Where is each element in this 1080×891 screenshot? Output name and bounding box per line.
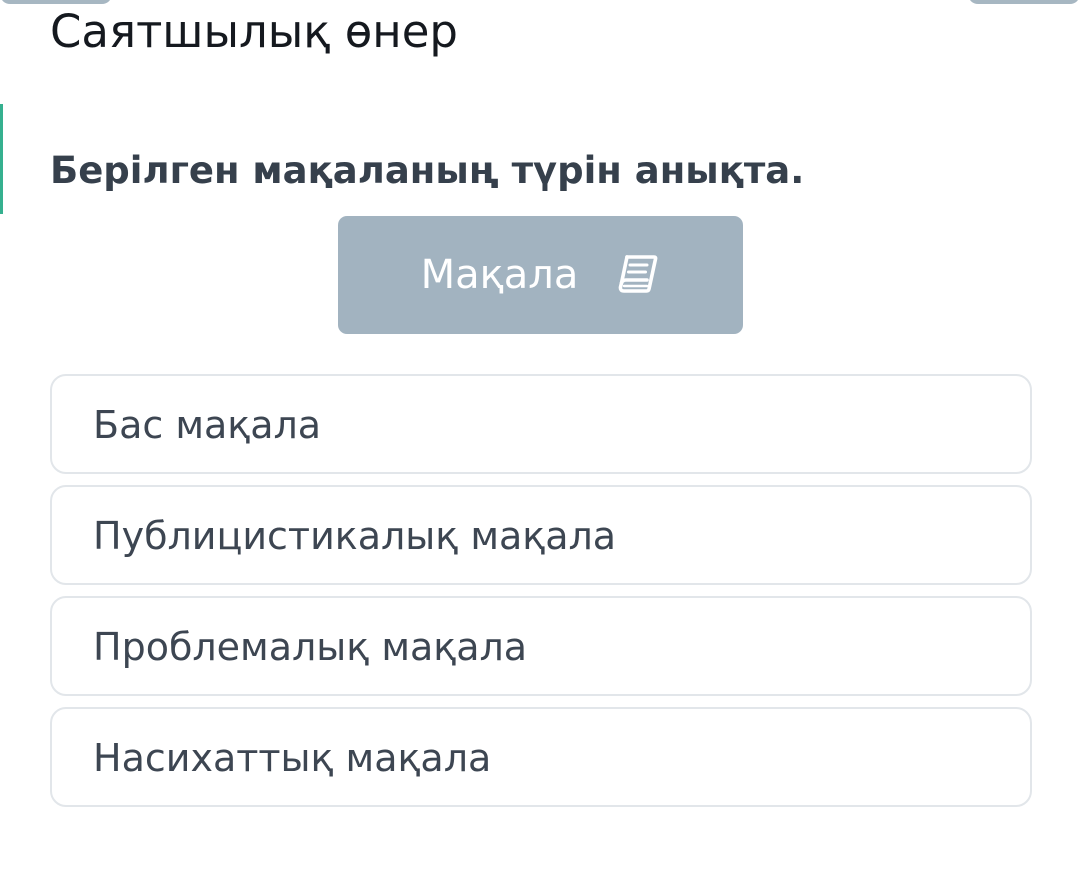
answer-option-3[interactable]: Проблемалық мақала xyxy=(50,596,1032,696)
answer-option-1[interactable]: Бас мақала xyxy=(50,374,1032,474)
book-icon xyxy=(616,253,660,297)
answer-option-2[interactable]: Публицистикалық мақала xyxy=(50,485,1032,585)
answer-option-4[interactable]: Насихаттық мақала xyxy=(50,707,1032,807)
given-word-label: Мақала xyxy=(420,252,579,298)
side-accent-bar xyxy=(0,104,3,214)
page-title: Саятшылық өнер xyxy=(50,5,458,58)
given-word-card: Мақала xyxy=(338,216,743,334)
answer-option-label: Проблемалық мақала xyxy=(93,625,528,669)
answer-option-label: Публицистикалық мақала xyxy=(93,514,617,558)
answer-option-label: Бас мақала xyxy=(93,403,322,447)
top-tab-right[interactable] xyxy=(968,0,1080,4)
answer-option-label: Насихаттық мақала xyxy=(93,736,492,780)
answer-options: Бас мақала Публицистикалық мақала Пробле… xyxy=(50,374,1032,818)
question-text: Берілген мақаланың түрін анықта. xyxy=(50,149,805,192)
quiz-page: Саятшылық өнер Берілген мақаланың түрін … xyxy=(0,0,1080,891)
